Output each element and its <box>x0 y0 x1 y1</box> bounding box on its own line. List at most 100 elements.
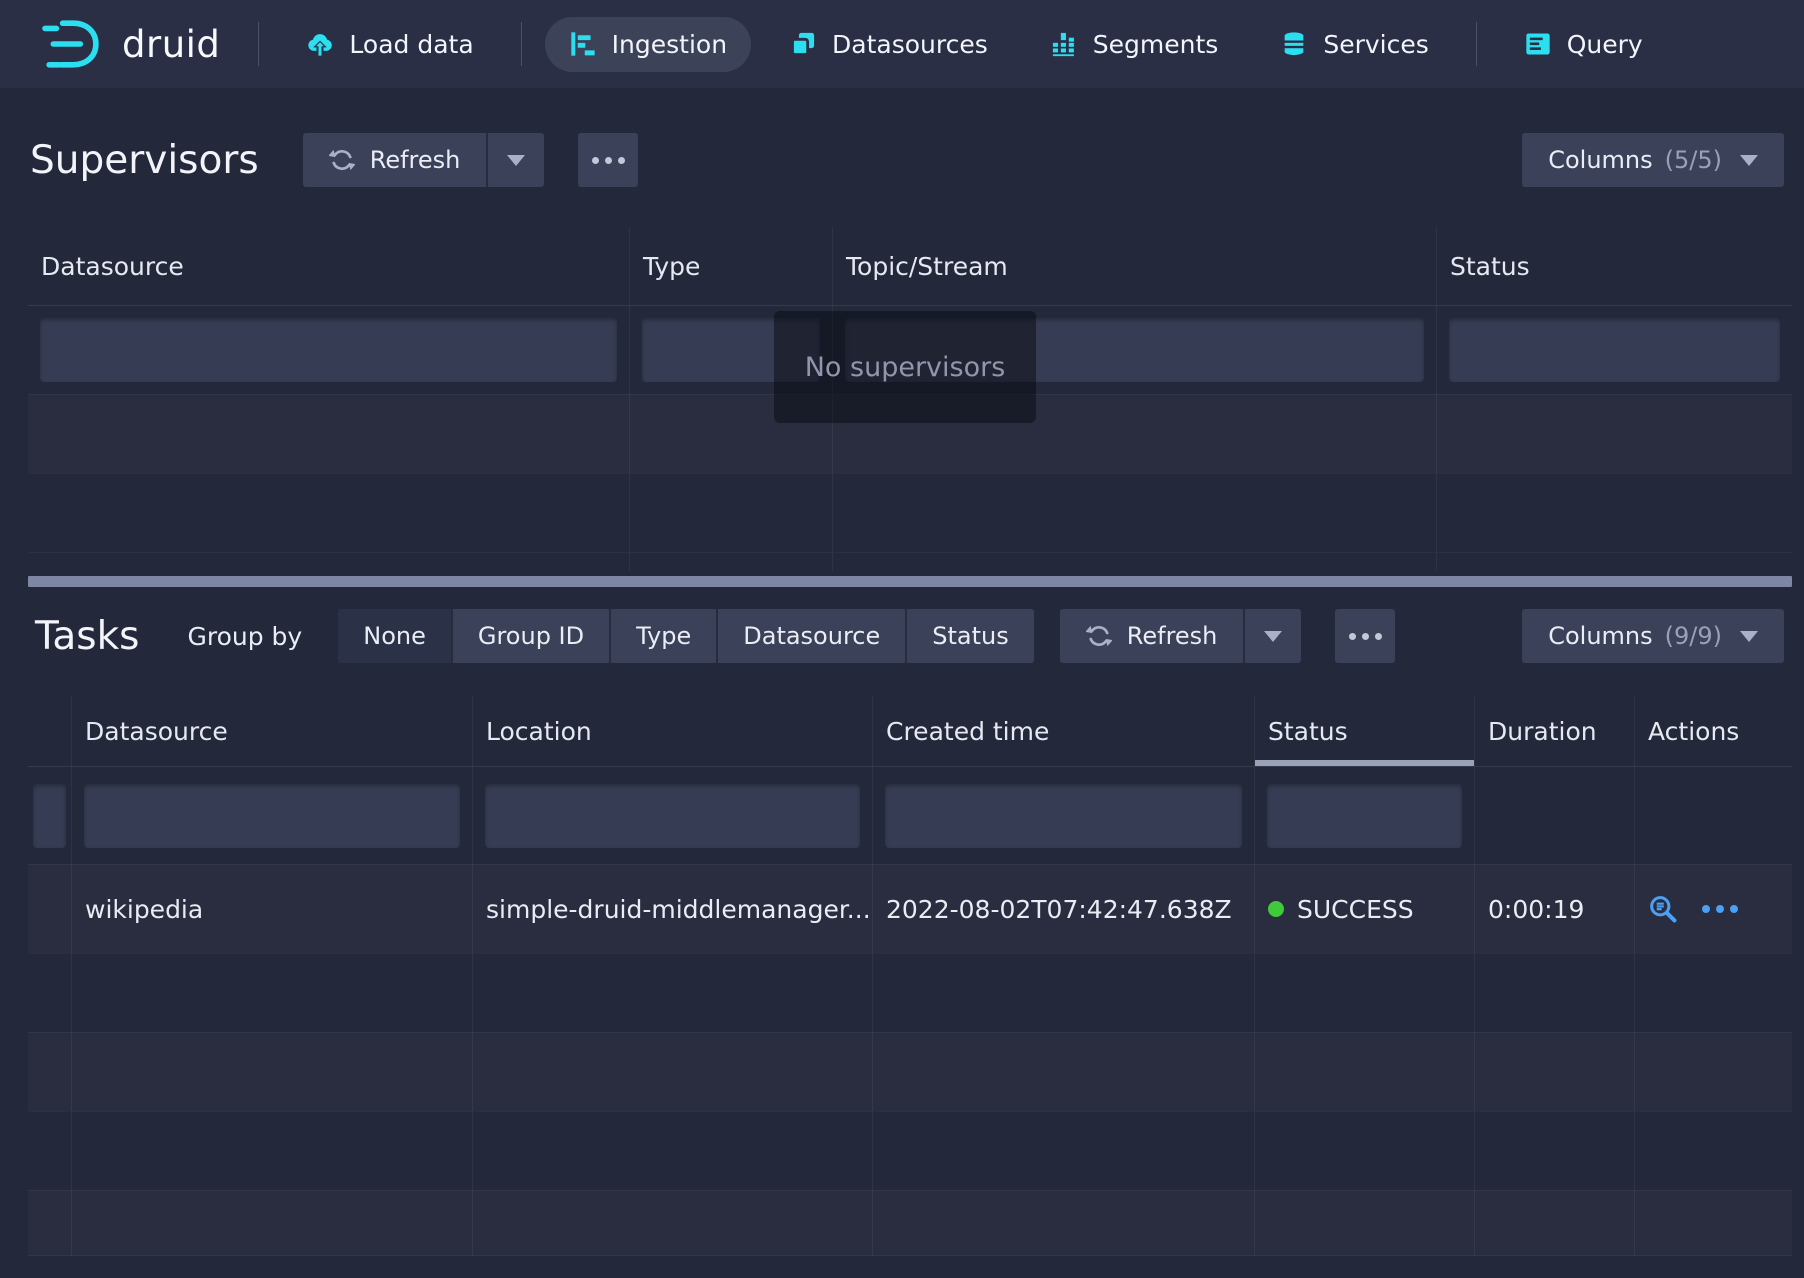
column-header-actions[interactable]: Actions <box>1635 696 1792 766</box>
column-header-created-time[interactable]: Created time <box>873 696 1255 766</box>
tasks-header-row: Datasource Location Created time Status … <box>28 696 1792 767</box>
row-expand-cell <box>28 865 72 953</box>
nav-item-segments[interactable]: Segments <box>1026 17 1243 72</box>
refresh-label: Refresh <box>1127 622 1218 650</box>
nav-item-label: Segments <box>1093 30 1219 59</box>
column-header-status[interactable]: Status <box>1437 227 1792 305</box>
supervisors-refresh-split: Refresh <box>303 133 545 187</box>
filter-input-datasource[interactable] <box>40 318 617 382</box>
columns-label: Columns <box>1548 622 1652 650</box>
task-location: simple-druid-middlemanager... <box>473 865 873 953</box>
nav-item-datasources[interactable]: Datasources <box>765 17 1012 72</box>
column-header-duration[interactable]: Duration <box>1475 696 1635 766</box>
empty-table-row <box>28 953 1792 1032</box>
druid-mark-icon <box>36 17 108 71</box>
task-actions-cell <box>1635 865 1792 953</box>
filter-input-datasource[interactable] <box>84 784 460 848</box>
filter-input-expand[interactable] <box>33 784 66 848</box>
nav-item-services[interactable]: Services <box>1256 17 1452 72</box>
chevron-down-icon <box>1740 155 1758 166</box>
column-header-datasource[interactable]: Datasource <box>72 696 473 766</box>
supervisors-refresh-caret-button[interactable] <box>486 133 544 187</box>
column-header-location[interactable]: Location <box>473 696 873 766</box>
tasks-refresh-split: Refresh <box>1060 609 1302 663</box>
nav-item-label: Query <box>1567 30 1643 59</box>
column-header-status-sorted[interactable]: Status <box>1255 696 1475 766</box>
supervisors-columns-button[interactable]: Columns (5/5) <box>1522 133 1784 187</box>
no-supervisors-message: No supervisors <box>774 311 1036 423</box>
nav-item-label: Datasources <box>832 30 988 59</box>
more-icon <box>592 157 599 164</box>
filter-input-status[interactable] <box>1449 318 1780 382</box>
supervisors-more-button[interactable] <box>578 133 638 187</box>
refresh-icon <box>1086 623 1112 649</box>
group-by-status-button[interactable]: Status <box>907 609 1033 663</box>
group-by-datasource-button[interactable]: Datasource <box>718 609 907 663</box>
refresh-icon <box>329 147 355 173</box>
brand-name: druid <box>122 23 220 66</box>
nav-divider <box>521 22 522 66</box>
top-nav: druid Load data Ingestion Datasources <box>0 0 1804 88</box>
filter-input-location[interactable] <box>485 784 860 848</box>
empty-table-row <box>28 473 1792 552</box>
group-by-group-id-button[interactable]: Group ID <box>453 609 611 663</box>
chevron-down-icon <box>1264 631 1282 642</box>
database-icon <box>1280 30 1308 58</box>
nav-item-query[interactable]: Query <box>1500 17 1667 72</box>
column-header-datasource[interactable]: Datasource <box>28 227 630 305</box>
nav-item-label: Load data <box>349 30 473 59</box>
tasks-table: Datasource Location Created time Status … <box>28 696 1792 1256</box>
task-row-wikipedia[interactable]: wikipedia simple-druid-middlemanager... … <box>28 864 1792 953</box>
filter-input-created-time[interactable] <box>885 784 1242 848</box>
success-status-dot <box>1268 901 1284 917</box>
supervisors-toolbar: Supervisors Refresh Columns (5/5) <box>30 133 1784 187</box>
nav-divider <box>1476 22 1477 66</box>
more-icon <box>1349 633 1356 640</box>
columns-count: (9/9) <box>1665 622 1722 650</box>
cloud-upload-icon <box>306 30 334 58</box>
tasks-refresh-button[interactable]: Refresh <box>1060 609 1244 663</box>
chevron-down-icon <box>507 155 525 166</box>
task-duration: 0:00:19 <box>1475 865 1635 953</box>
search-details-icon[interactable] <box>1648 894 1678 924</box>
nav-item-load-data[interactable]: Load data <box>282 17 497 72</box>
columns-count: (5/5) <box>1665 146 1722 174</box>
application-icon <box>1524 30 1552 58</box>
tasks-refresh-caret-button[interactable] <box>1243 609 1301 663</box>
columns-label: Columns <box>1548 146 1652 174</box>
tasks-filter-row <box>28 767 1792 864</box>
tasks-more-button[interactable] <box>1335 609 1395 663</box>
supervisors-header-row: Datasource Type Topic/Stream Status <box>28 227 1792 306</box>
empty-table-row <box>28 552 1792 571</box>
column-header-expand[interactable] <box>28 696 72 766</box>
group-by-label: Group by <box>188 622 303 651</box>
nav-divider <box>258 22 259 66</box>
group-by-button-group: None Group ID Type Datasource Status <box>338 609 1034 663</box>
nav-item-label: Services <box>1323 30 1428 59</box>
tasks-title: Tasks <box>35 614 140 659</box>
task-datasource: wikipedia <box>72 865 473 953</box>
ingestion-chart-icon <box>569 30 597 58</box>
task-status-cell: SUCCESS <box>1255 865 1475 953</box>
refresh-label: Refresh <box>370 146 461 174</box>
group-by-type-button[interactable]: Type <box>611 609 718 663</box>
horizontal-scrollbar[interactable] <box>28 576 1792 587</box>
group-by-none-button[interactable]: None <box>338 609 453 663</box>
stacked-chart-icon <box>1050 30 1078 58</box>
layers-icon <box>789 30 817 58</box>
empty-table-row <box>28 1111 1792 1190</box>
druid-logo[interactable]: druid <box>36 17 220 71</box>
chevron-down-icon <box>1740 631 1758 642</box>
nav-item-ingestion[interactable]: Ingestion <box>545 17 751 72</box>
supervisors-refresh-button[interactable]: Refresh <box>303 133 487 187</box>
column-header-type[interactable]: Type <box>630 227 833 305</box>
empty-table-row <box>28 1032 1792 1111</box>
supervisors-title: Supervisors <box>30 138 259 183</box>
supervisors-table: Datasource Type Topic/Stream Status No s… <box>28 227 1792 571</box>
row-more-actions-icon[interactable] <box>1702 905 1738 913</box>
tasks-columns-button[interactable]: Columns (9/9) <box>1522 609 1784 663</box>
column-header-topic-stream[interactable]: Topic/Stream <box>833 227 1437 305</box>
task-created-time: 2022-08-02T07:42:47.638Z <box>873 865 1255 953</box>
filter-input-status[interactable] <box>1267 784 1462 848</box>
tasks-toolbar: Tasks Group by None Group ID Type Dataso… <box>35 609 1784 663</box>
